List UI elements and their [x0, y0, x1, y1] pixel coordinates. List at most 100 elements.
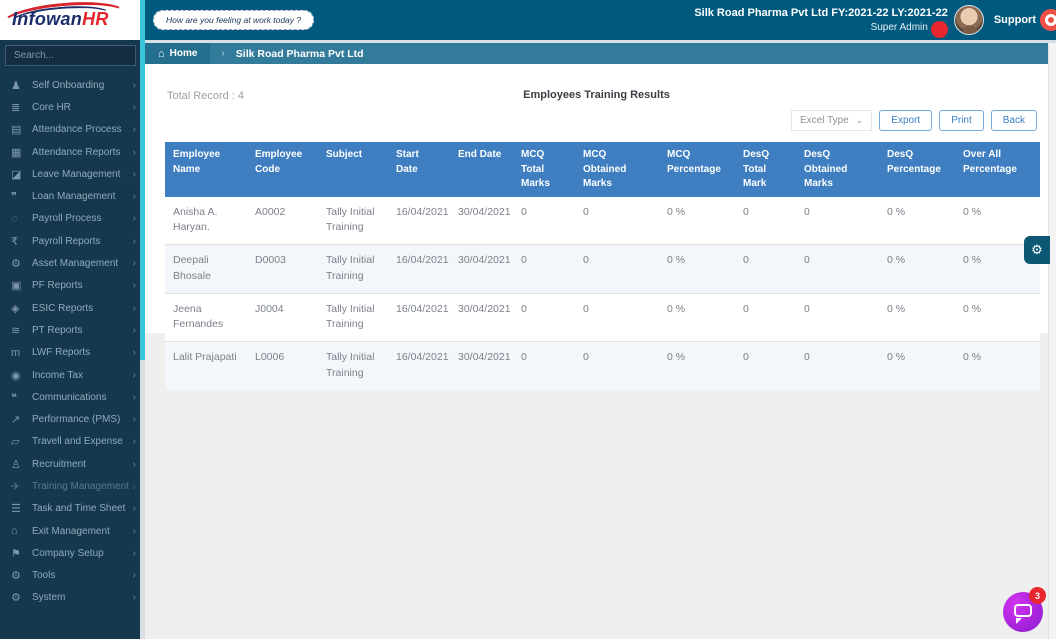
sidebar-item-label: Exit Management	[32, 525, 110, 537]
sidebar-item-attendance-process[interactable]: ▤ Attendance Process ›	[0, 119, 145, 141]
user-role-label: Super Admin	[870, 21, 928, 33]
chevron-right-icon: ›	[132, 146, 136, 158]
table-cell: J0004	[247, 292, 318, 342]
sidebar-item-training-management[interactable]: ✈ Training Management ›	[0, 475, 145, 497]
table-cell: 0 %	[879, 292, 955, 342]
chevron-right-icon: ›	[132, 347, 136, 359]
sidebar-item-task-and-time-sheet[interactable]: ☰ Task and Time Sheet ›	[0, 498, 145, 520]
table-cell: 30/04/2021	[450, 196, 513, 245]
sidebar-item-label: Self Onboarding	[32, 79, 105, 91]
sidebar-item-communications[interactable]: ❝ Communications ›	[0, 386, 145, 408]
sidebar-item-income-tax[interactable]: ◉ Income Tax ›	[0, 364, 145, 386]
table-cell: 0 %	[879, 244, 955, 293]
page-scrollbar[interactable]	[1048, 40, 1056, 639]
logo-text: InfowanHR	[12, 9, 109, 30]
excel-type-select[interactable]: Excel Type ⌄	[791, 110, 873, 131]
sidebar-item-esic-reports[interactable]: ◈ ESIC Reports ›	[0, 297, 145, 319]
app-logo[interactable]: InfowanHR	[0, 0, 145, 40]
sidebar-item-attendance-reports[interactable]: ▦ Attendance Reports ›	[0, 141, 145, 163]
chevron-right-icon: ›	[132, 503, 136, 515]
breadcrumb-home[interactable]: ⌂ Home	[145, 43, 211, 64]
table-cell: 0	[575, 196, 659, 245]
logo-part-1: Infowan	[12, 9, 83, 29]
sidebar-search	[0, 40, 145, 70]
column-header-desq-obtained-marks: DesQ Obtained Marks	[796, 142, 879, 197]
sidebar-item-company-setup[interactable]: ⚑ Company Setup ›	[0, 542, 145, 564]
id-card-icon: ▦	[11, 146, 22, 159]
support-link[interactable]: Support	[994, 14, 1036, 26]
flag-icon: ⚑	[11, 547, 21, 560]
mood-survey-button[interactable]: How are you feeling at work today ?	[153, 10, 315, 30]
excel-type-value: Excel Type	[800, 115, 849, 126]
settings-fab[interactable]: ⚙	[1024, 236, 1050, 264]
sidebar-item-pt-reports[interactable]: ≋ PT Reports ›	[0, 319, 145, 341]
diamond-icon: ◈	[11, 302, 20, 315]
table-cell: 0 %	[659, 292, 735, 342]
chat-bubble-icon	[1014, 604, 1032, 617]
chevron-right-icon: ›	[132, 235, 136, 247]
table-cell: 0 %	[955, 341, 1040, 390]
results-table-wrap: Employee Name Employee Code Subject Start D…	[165, 142, 1040, 390]
topbar: How are you feeling at work today ? Silk…	[145, 0, 1056, 40]
sidebar-item-payroll-process[interactable]: ◌ Payroll Process ›	[0, 208, 145, 230]
eraser-icon: ◪	[11, 168, 22, 181]
print-button[interactable]: Print	[939, 110, 984, 131]
spinner-icon: ◌	[11, 212, 18, 225]
sidebar-item-performance-pms[interactable]: ↗ Performance (PMS) ›	[0, 408, 145, 430]
results-table: Employee Name Employee Code Subject Start D…	[165, 142, 1040, 390]
chevron-right-icon: ›	[132, 124, 136, 136]
sidebar-item-label: PT Reports	[32, 324, 83, 336]
back-button[interactable]: Back	[990, 110, 1037, 131]
table-cell: 16/04/2021	[388, 244, 450, 293]
column-header-employee-name: Employee Name	[165, 142, 247, 197]
gear-icon: ⚙	[1031, 242, 1043, 257]
sidebar-item-travell-and-expense[interactable]: ▱ Travell and Expense ›	[0, 431, 145, 453]
sidebar-item-label: Leave Management	[32, 168, 121, 180]
export-button[interactable]: Export	[879, 110, 933, 131]
clipboard-list-icon: ▤	[11, 124, 22, 137]
table-cell: Deepali Bhosale	[165, 244, 247, 293]
sidebar-item-asset-management[interactable]: ⚙ Asset Management ›	[0, 252, 145, 274]
sidebar-item-label: Travell and Expense	[32, 436, 123, 448]
company-block: Silk Road Pharma Pvt Ltd FY:2021-22 LY:2…	[694, 6, 948, 39]
table-cell: Tally Initial Training	[318, 292, 388, 342]
column-header-desq-total-mark: DesQ Total Mark	[735, 142, 796, 197]
sidebar-item-loan-management[interactable]: ❞ Loan Management ›	[0, 185, 145, 207]
chevron-right-icon: ›	[221, 48, 225, 59]
sidebar-item-leave-management[interactable]: ◪ Leave Management ›	[0, 163, 145, 185]
breadcrumb: ⌂ Home › Silk Road Pharma Pvt Ltd	[145, 43, 1048, 64]
table-cell: 30/04/2021	[450, 292, 513, 342]
sidebar-item-payroll-reports[interactable]: ₹ Payroll Reports ›	[0, 230, 145, 252]
gear-icon: ⚙	[11, 592, 21, 605]
sidebar-item-lwf-reports[interactable]: m LWF Reports ›	[0, 342, 145, 364]
sidebar-item-self-onboarding[interactable]: ♟ Self Onboarding ›	[0, 74, 145, 96]
sidebar-item-label: Payroll Reports	[32, 235, 101, 247]
table-header-row: Employee Name Employee Code Subject Start D…	[165, 142, 1040, 197]
avatar[interactable]	[953, 5, 984, 35]
table-cell: 0	[735, 292, 796, 342]
sidebar-item-pf-reports[interactable]: ▣ PF Reports ›	[0, 275, 145, 297]
table-cell: A0002	[247, 196, 318, 245]
column-header-subject: Subject	[318, 142, 388, 197]
gear-icon: ⚙	[11, 570, 21, 583]
sidebar-item-core-hr[interactable]: ≣ Core HR ›	[0, 96, 145, 118]
table-cell: 0	[796, 292, 879, 342]
sidebar-item-recruitment[interactable]: ♙ Recruitment ›	[0, 453, 145, 475]
table-row: Jeena Fernandes J0004 Tally Initial Traini…	[165, 292, 1040, 342]
search-input[interactable]	[5, 45, 136, 66]
chart-icon: ↗	[11, 414, 21, 427]
sidebar-item-label: Core HR	[32, 101, 71, 113]
column-header-end-date: End Date	[450, 142, 513, 197]
sidebar-item-tools[interactable]: ⚙ Tools ›	[0, 565, 145, 587]
chat-fab[interactable]: 3	[1003, 587, 1046, 632]
sidebar-item-label: LWF Reports	[32, 347, 91, 359]
sidebar-item-label: Payroll Process	[32, 213, 102, 225]
support-target-icon[interactable]	[1040, 9, 1056, 31]
chat-bubble-tail	[1016, 618, 1022, 624]
sidebar-item-exit-management[interactable]: ⌂ Exit Management ›	[0, 520, 145, 542]
table-cell: 16/04/2021	[388, 196, 450, 245]
column-header-mcq-total-marks: MCQ Total Marks	[513, 142, 575, 197]
sidebar-item-system[interactable]: ⚙ System ›	[0, 587, 145, 609]
sidebar-scrollbar-thumb[interactable]	[140, 0, 145, 360]
logo-part-2: HR	[82, 9, 109, 29]
